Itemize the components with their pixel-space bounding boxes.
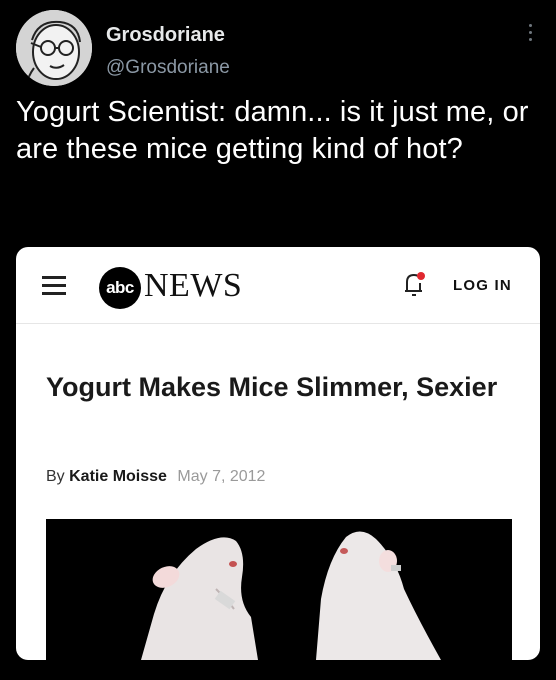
article-headline[interactable]: Yogurt Makes Mice Slimmer, Sexier [46,371,516,403]
abc-logo[interactable]: abc [99,267,141,309]
notification-dot-icon [417,272,425,280]
avatar-illustration [16,10,92,86]
hamburger-menu-icon[interactable] [42,276,66,295]
login-button[interactable]: LOG IN [453,277,512,294]
tweet-text: Yogurt Scientist: damn... is it just me,… [16,96,529,165]
article-byline: By Katie Moisse May 7, 2012 [46,468,265,486]
avatar[interactable] [16,10,92,86]
bell-icon[interactable] [402,269,426,299]
link-preview-card[interactable]: abc NEWS LOG IN Yogurt Makes Mice Slimme… [16,247,540,660]
tweet-header: Grosdoriane @Grosdoriane [16,10,540,86]
byline-prefix: By [46,468,65,485]
article-date: May 7, 2012 [177,468,266,485]
more-options-icon[interactable] [528,24,534,44]
article-image[interactable] [46,519,512,660]
mice-photo [46,519,512,660]
abc-news-navbar: abc NEWS LOG IN [16,247,540,324]
author-display-name[interactable]: Grosdoriane [106,24,225,47]
article-author[interactable]: Katie Moisse [69,468,167,485]
news-logo-text[interactable]: NEWS [144,267,242,305]
author-handle[interactable]: @Grosdoriane [106,57,230,79]
